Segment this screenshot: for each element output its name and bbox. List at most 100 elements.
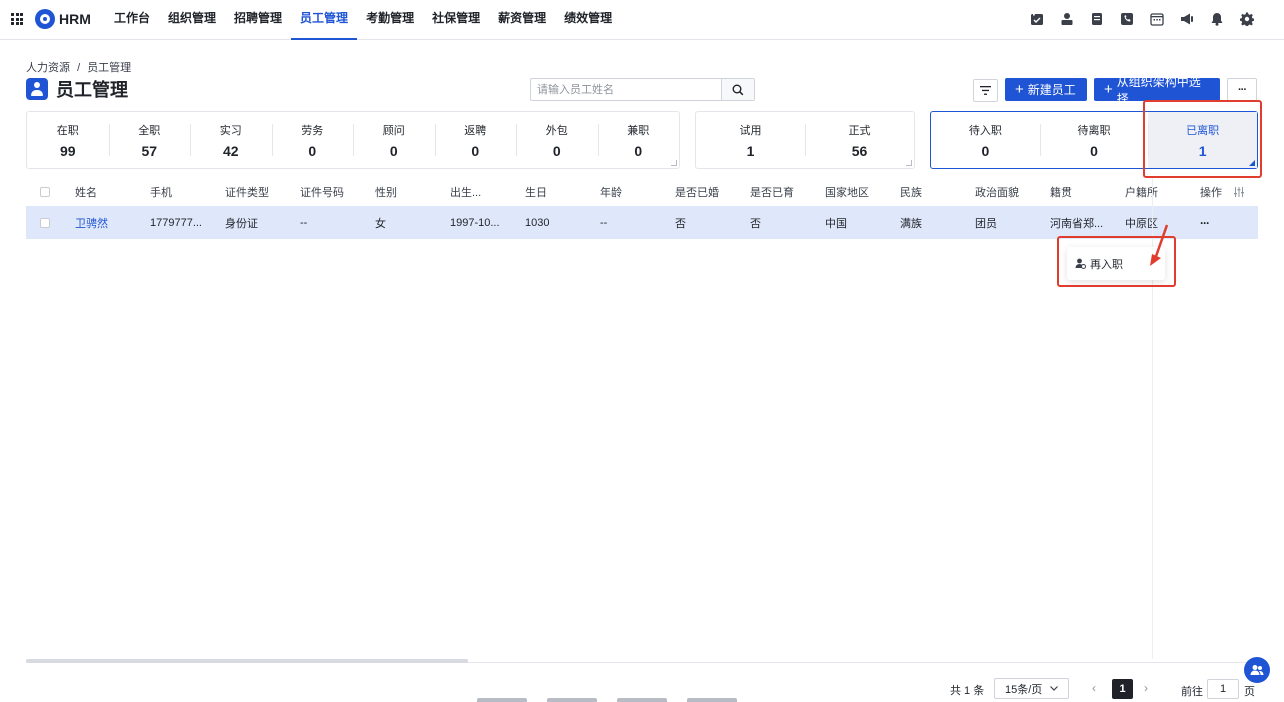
column-header-11[interactable]: 民族 bbox=[900, 184, 975, 200]
nav-item-6[interactable]: 薪资管理 bbox=[489, 0, 555, 40]
column-header-1[interactable]: 手机 bbox=[150, 184, 225, 200]
column-header-9[interactable]: 是否已育 bbox=[750, 184, 825, 200]
page-title: 员工管理 bbox=[56, 80, 128, 100]
stat-card-group1-0[interactable]: 在职 99 bbox=[27, 112, 109, 168]
stat-value: 57 bbox=[141, 142, 158, 159]
stat-card-group1-7[interactable]: 兼职 0 bbox=[597, 112, 680, 168]
stat-card-group1-1[interactable]: 全职 57 bbox=[108, 112, 191, 168]
search-input[interactable] bbox=[531, 79, 722, 100]
breadcrumb-root[interactable]: 人力资源 bbox=[26, 59, 70, 75]
column-header-0[interactable]: 姓名 bbox=[75, 184, 150, 200]
stat-label: 待入职 bbox=[968, 124, 1002, 137]
column-header-8[interactable]: 是否已婚 bbox=[675, 184, 750, 200]
plus-icon: + bbox=[1015, 80, 1024, 98]
next-page-button[interactable]: › bbox=[1144, 681, 1148, 695]
app-grid-icon[interactable] bbox=[11, 13, 23, 25]
calendar-icon[interactable] bbox=[1147, 10, 1166, 28]
table-cell-13: 河南省郑... bbox=[1050, 217, 1104, 230]
stat-value: 0 bbox=[981, 142, 990, 159]
phone-icon[interactable] bbox=[1117, 10, 1136, 28]
goto-label: 前往 bbox=[1181, 686, 1203, 698]
table-cell-9: 否 bbox=[750, 217, 761, 230]
stat-card-group2-1[interactable]: 正式 56 bbox=[805, 112, 914, 168]
breadcrumb: 人力资源 / 员工管理 bbox=[26, 59, 131, 75]
new-employee-label: 新建员工 bbox=[1027, 83, 1076, 97]
column-header-2[interactable]: 证件类型 bbox=[225, 184, 300, 200]
calendar-check-icon[interactable] bbox=[1027, 10, 1046, 28]
stat-card-group3-0[interactable]: 待入职 0 bbox=[931, 112, 1040, 168]
column-header-3[interactable]: 证件号码 bbox=[300, 184, 375, 200]
page-number-current[interactable]: 1 bbox=[1112, 679, 1133, 699]
row-checkbox[interactable] bbox=[40, 217, 50, 228]
nav-item-3[interactable]: 员工管理 bbox=[291, 0, 358, 40]
nav-item-2[interactable]: 招聘管理 bbox=[225, 0, 291, 40]
row-more-actions-button[interactable]: ··· bbox=[1200, 216, 1275, 230]
table-cell-12: 团员 bbox=[975, 217, 997, 230]
top-bar: HRM 工作台 组织管理 招聘管理 员工管理 考勤管理 社保管理 薪资管理 绩效管理 bbox=[0, 0, 1284, 40]
stat-card-group1-2[interactable]: 实习 42 bbox=[190, 112, 272, 168]
table-cell-4: 女 bbox=[375, 217, 386, 230]
stat-card-group1-3[interactable]: 劳务 0 bbox=[271, 112, 354, 168]
search-button[interactable] bbox=[721, 79, 754, 100]
employee-name-link[interactable]: 卫骋然 bbox=[75, 215, 150, 231]
table-row[interactable]: 卫骋然 1779777... 身份证 -- 女 1997-10... 1030 -- 否 否 中国 满… bbox=[26, 206, 1258, 239]
table-cell-2: 身份证 bbox=[225, 217, 258, 230]
stat-label: 在职 bbox=[56, 124, 79, 137]
stat-value: 0 bbox=[1090, 142, 1098, 159]
filter-button[interactable] bbox=[973, 79, 998, 102]
select-all-checkbox[interactable] bbox=[40, 186, 50, 197]
table-body: 卫骋然 1779777... 身份证 -- 女 1997-10... 1030 -- 否 否 中国 满… bbox=[26, 206, 1258, 239]
select-from-org-button[interactable]: + 从组织架构中选择 bbox=[1094, 75, 1220, 106]
user-icon[interactable] bbox=[1057, 10, 1076, 28]
goto-page-input[interactable] bbox=[1207, 679, 1239, 699]
page-size-value: 15条/页 bbox=[1005, 683, 1043, 696]
table-cell-8: 否 bbox=[675, 217, 686, 230]
stat-label: 顾问 bbox=[382, 124, 405, 137]
column-header-5[interactable]: 出生... bbox=[450, 184, 525, 200]
stat-card-group2-0[interactable]: 试用 1 bbox=[696, 112, 805, 168]
stat-card-group1-5[interactable]: 返聘 0 bbox=[434, 112, 517, 168]
stat-label: 待离职 bbox=[1077, 124, 1111, 137]
gear-icon[interactable] bbox=[1237, 10, 1256, 28]
resize-handle bbox=[671, 160, 677, 166]
column-header-4[interactable]: 性别 bbox=[375, 184, 450, 200]
nav-item-7[interactable]: 绩效管理 bbox=[555, 0, 621, 40]
nav-item-4[interactable]: 考勤管理 bbox=[357, 0, 423, 40]
select-all-cell bbox=[26, 186, 75, 198]
bell-icon[interactable] bbox=[1207, 10, 1226, 28]
nav-item-0[interactable]: 工作台 bbox=[105, 0, 159, 40]
column-header-10[interactable]: 国家地区 bbox=[825, 184, 900, 200]
stat-label: 实习 bbox=[219, 124, 242, 137]
total-count: 共 1 条 bbox=[950, 685, 985, 697]
column-header-13[interactable]: 籍贯 bbox=[1050, 184, 1125, 200]
horizontal-scrollbar[interactable] bbox=[26, 659, 468, 663]
megaphone-icon[interactable] bbox=[1177, 10, 1196, 28]
stat-label: 试用 bbox=[739, 124, 762, 137]
nav-item-5[interactable]: 社保管理 bbox=[423, 0, 489, 40]
stat-value: 99 bbox=[59, 142, 76, 159]
row-select-cell bbox=[26, 217, 75, 229]
table-cell-3: -- bbox=[300, 216, 308, 229]
resize-handle bbox=[906, 160, 912, 166]
page-size-select[interactable]: 15条/页 bbox=[994, 678, 1069, 699]
nav-item-1[interactable]: 组织管理 bbox=[159, 0, 225, 40]
new-employee-button[interactable]: + 新建员工 bbox=[1005, 78, 1087, 101]
table-cell-1: 1779777... bbox=[150, 216, 202, 229]
stat-card-group1-6[interactable]: 外包 0 bbox=[516, 112, 598, 168]
column-header-6[interactable]: 生日 bbox=[525, 184, 600, 200]
stat-card-group1-4[interactable]: 顾问 0 bbox=[353, 112, 435, 168]
stat-label: 返聘 bbox=[464, 124, 487, 137]
prev-page-button[interactable]: ‹ bbox=[1092, 681, 1096, 695]
contacts-float-button[interactable] bbox=[1244, 657, 1270, 683]
logo-icon bbox=[35, 9, 55, 29]
stats-group-status: 在职 99 全职 57 实习 42 劳务 0 顾问 0 返聘 0 外包 0 兼职 0 bbox=[26, 111, 680, 169]
stat-value: 0 bbox=[308, 142, 317, 159]
people-icon bbox=[1250, 665, 1264, 675]
column-header-14[interactable]: 户籍所 bbox=[1125, 184, 1200, 200]
column-settings-icon[interactable] bbox=[1234, 186, 1244, 200]
more-button[interactable]: ··· bbox=[1227, 78, 1257, 101]
column-header-12[interactable]: 政治面貌 bbox=[975, 184, 1050, 200]
document-icon[interactable] bbox=[1087, 10, 1106, 28]
column-header-7[interactable]: 年龄 bbox=[600, 184, 675, 200]
stat-card-group3-1[interactable]: 待离职 0 bbox=[1039, 112, 1149, 168]
